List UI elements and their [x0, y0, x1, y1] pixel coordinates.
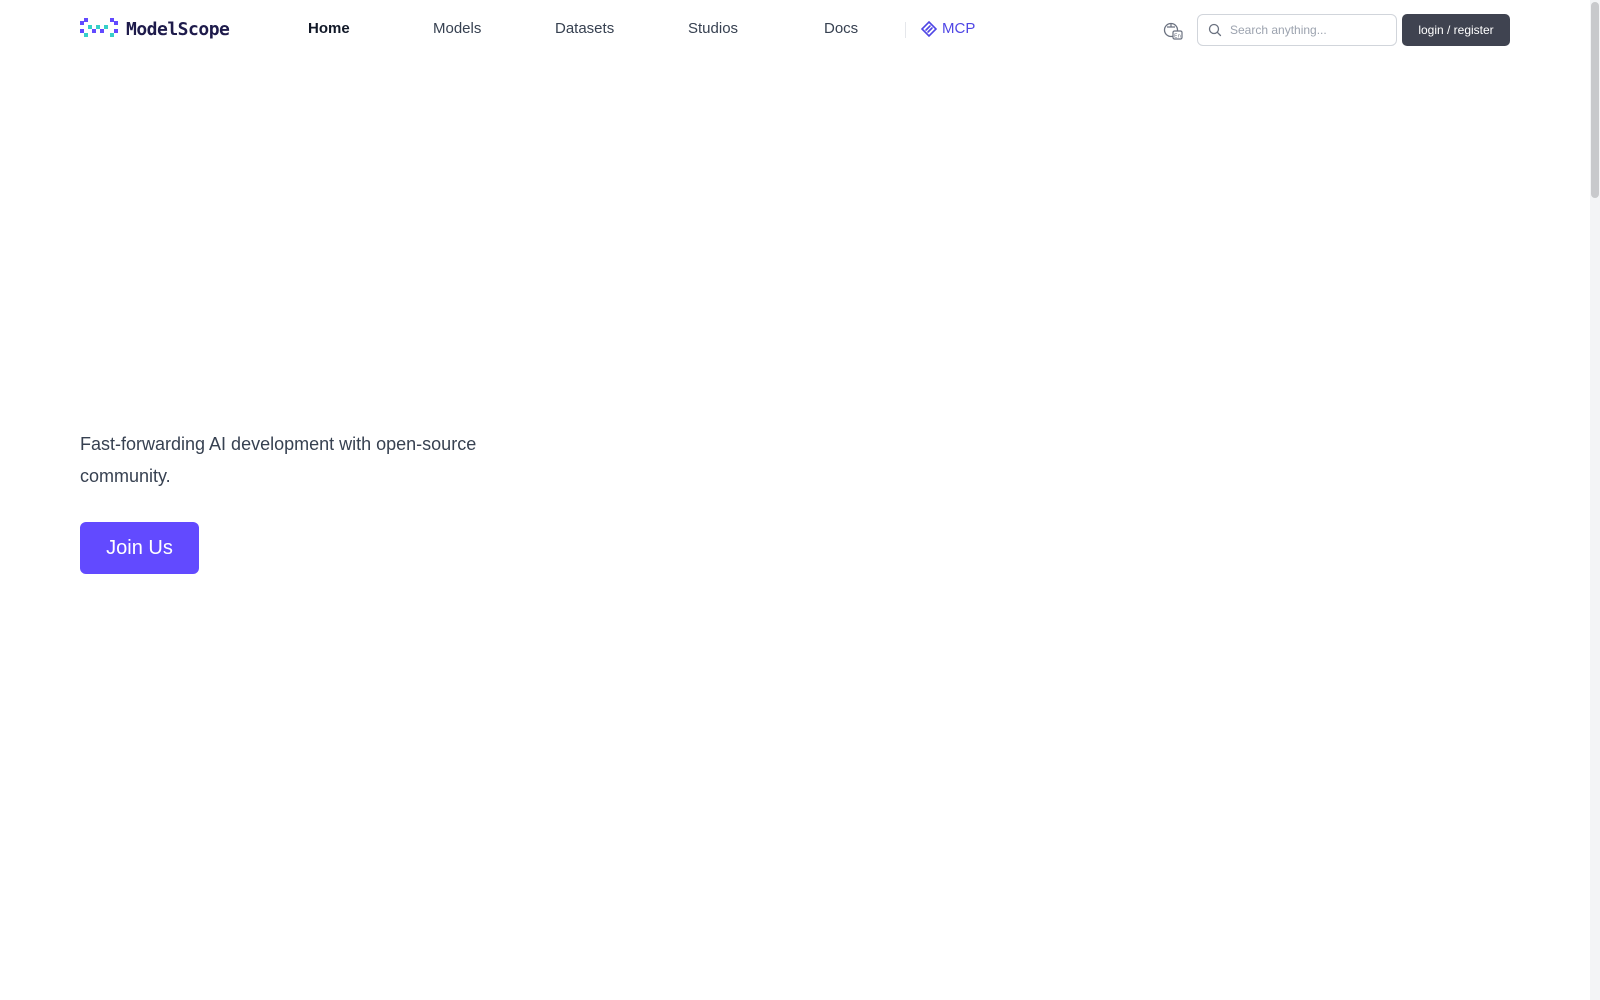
search-icon	[1208, 23, 1222, 37]
language-icon[interactable]: En	[1163, 21, 1183, 41]
logo-icon	[80, 18, 118, 37]
nav-datasets[interactable]: Datasets	[555, 20, 614, 37]
search-input[interactable]	[1230, 23, 1390, 37]
nav-mcp[interactable]: MCP	[921, 20, 975, 37]
mcp-icon	[921, 20, 937, 37]
nav-models[interactable]: Models	[433, 20, 481, 37]
nav-docs[interactable]: Docs	[824, 20, 858, 37]
logo[interactable]: ModelScope	[80, 18, 230, 40]
login-register-button[interactable]: login / register	[1402, 14, 1510, 46]
logo-text: ModelScope	[126, 18, 230, 40]
hero-section: Fast-forwarding AI development with open…	[80, 428, 520, 492]
nav-divider	[905, 22, 906, 38]
nav-studios[interactable]: Studios	[688, 20, 738, 37]
join-us-button[interactable]: Join Us	[80, 522, 199, 574]
scrollbar-thumb[interactable]	[1591, 2, 1599, 198]
search-box[interactable]	[1197, 14, 1397, 46]
svg-text:En: En	[1174, 34, 1181, 40]
nav-home[interactable]: Home	[308, 20, 350, 37]
site-header: ModelScope Home Models Datasets Studios …	[0, 0, 1600, 60]
nav-mcp-label: MCP	[942, 20, 976, 37]
page-scrollbar[interactable]	[1590, 0, 1600, 1000]
hero-tagline: Fast-forwarding AI development with open…	[80, 434, 477, 486]
